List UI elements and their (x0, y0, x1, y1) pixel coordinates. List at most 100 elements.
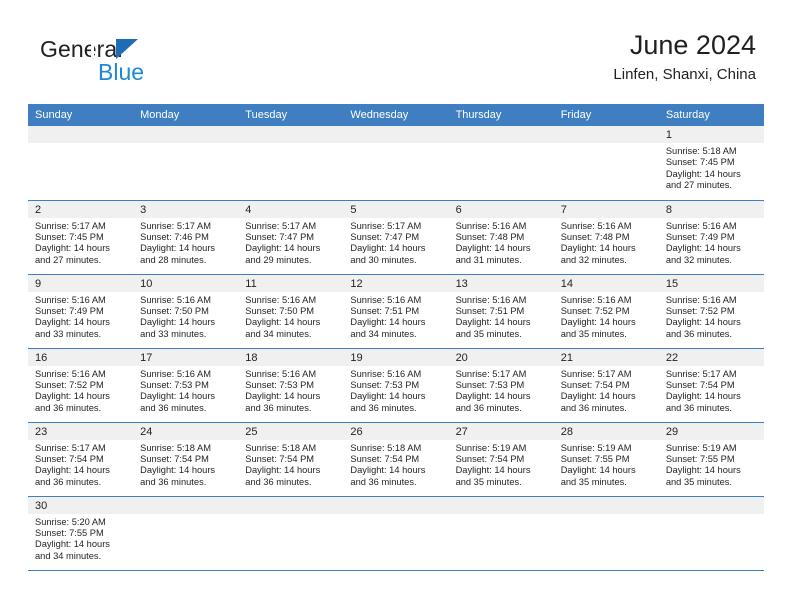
daylight-duration-line1: Daylight: 14 hours (665, 317, 741, 328)
sunrise-time: Sunrise: 5:16 AM (665, 220, 737, 231)
calendar-day-cell[interactable]: 24 Sunrise: 5:18 AM Sunset: 7:54 PM Dayligh… (133, 422, 239, 497)
sunrise-time: Sunrise: 5:18 AM (350, 442, 422, 453)
daylight-duration-line1: Daylight: 14 hours (560, 465, 636, 476)
daylight-duration-line1: Daylight: 14 hours (455, 317, 531, 328)
day-number (343, 496, 449, 514)
calendar-day-cell[interactable]: 7 Sunrise: 5:16 AM Sunset: 7:48 PM Daylight… (553, 200, 659, 275)
weekday-header-wednesday: Wednesday (343, 104, 449, 126)
calendar-day-cell[interactable]: 25 Sunrise: 5:18 AM Sunset: 7:54 PM Dayligh… (238, 422, 344, 497)
daylight-duration-line1: Daylight: 14 hours (140, 317, 216, 328)
day-details: Sunrise: 5:17 AM Sunset: 7:54 PM Daylight:… (554, 366, 659, 415)
sunrise-time: Sunrise: 5:16 AM (140, 294, 211, 305)
calendar-cell-empty (553, 496, 659, 571)
calendar-day-cell[interactable]: 6 Sunrise: 5:16 AM Sunset: 7:48 PM Daylight… (448, 200, 554, 275)
calendar-day-cell[interactable]: 19 Sunrise: 5:16 AM Sunset: 7:53 PM Dayligh… (343, 348, 449, 423)
daylight-duration-line1: Daylight: 14 hours (560, 243, 636, 254)
daylight-duration-line1: Daylight: 14 hours (560, 317, 636, 328)
weekday-header-tuesday: Tuesday (238, 104, 344, 126)
weekday-header-sunday: Sunday (28, 104, 134, 126)
calendar-day-cell[interactable]: 9 Sunrise: 5:16 AM Sunset: 7:49 PM Daylight… (28, 274, 134, 349)
sunset-time: Sunset: 7:47 PM (350, 231, 420, 242)
calendar-day-cell[interactable]: 18 Sunrise: 5:16 AM Sunset: 7:53 PM Dayligh… (238, 348, 344, 423)
day-number: 18 (238, 348, 344, 366)
daylight-duration-line2: and 28 minutes. (140, 254, 207, 265)
daylight-duration-line2: and 36 minutes. (245, 402, 312, 413)
calendar-day-cell[interactable]: 16 Sunrise: 5:16 AM Sunset: 7:52 PM Dayligh… (28, 348, 134, 423)
daylight-duration-line1: Daylight: 14 hours (140, 465, 216, 476)
day-details: Sunrise: 5:16 AM Sunset: 7:50 PM Daylight:… (238, 292, 343, 341)
sunrise-time: Sunrise: 5:18 AM (245, 442, 317, 453)
day-details: Sunrise: 5:16 AM Sunset: 7:53 PM Daylight:… (238, 366, 343, 415)
calendar-cell-empty (133, 496, 239, 571)
general-blue-logo[interactable]: General Blue (40, 36, 220, 88)
calendar-day-cell[interactable]: 17 Sunrise: 5:16 AM Sunset: 7:53 PM Dayligh… (133, 348, 239, 423)
day-number: 16 (28, 348, 134, 366)
sunset-time: Sunset: 7:51 PM (350, 305, 420, 316)
daylight-duration-line1: Daylight: 14 hours (245, 317, 321, 328)
sunset-time: Sunset: 7:47 PM (245, 231, 315, 242)
calendar-day-cell[interactable]: 5 Sunrise: 5:17 AM Sunset: 7:47 PM Daylight… (343, 200, 449, 275)
weekday-header-thursday: Thursday (448, 104, 554, 126)
day-details: Sunrise: 5:18 AM Sunset: 7:54 PM Daylight:… (133, 440, 238, 489)
daylight-duration-line2: and 27 minutes. (665, 180, 732, 191)
sunrise-time: Sunrise: 5:16 AM (35, 294, 106, 305)
sunset-time: Sunset: 7:52 PM (560, 305, 630, 316)
calendar-cell-empty (133, 126, 239, 201)
daylight-duration-line2: and 35 minutes. (455, 476, 522, 487)
sunrise-time: Sunrise: 5:16 AM (35, 368, 106, 379)
calendar-day-cell[interactable]: 11 Sunrise: 5:16 AM Sunset: 7:50 PM Dayligh… (238, 274, 344, 349)
sunrise-time: Sunrise: 5:16 AM (560, 220, 632, 231)
day-details: Sunrise: 5:17 AM Sunset: 7:47 PM Daylight:… (343, 218, 448, 267)
calendar-day-cell[interactable]: 15 Sunrise: 5:16 AM Sunset: 7:52 PM Dayligh… (658, 274, 764, 349)
calendar-cell-empty (343, 126, 449, 201)
daylight-duration-line2: and 36 minutes. (560, 402, 627, 413)
calendar-day-cell[interactable]: 10 Sunrise: 5:16 AM Sunset: 7:50 PM Dayligh… (133, 274, 239, 349)
day-number: 10 (133, 274, 239, 292)
calendar-day-cell[interactable]: 26 Sunrise: 5:18 AM Sunset: 7:54 PM Dayligh… (343, 422, 449, 497)
sunset-time: Sunset: 7:55 PM (665, 453, 735, 464)
daylight-duration-line1: Daylight: 14 hours (665, 391, 741, 402)
calendar-day-cell[interactable]: 14 Sunrise: 5:16 AM Sunset: 7:52 PM Dayligh… (553, 274, 659, 349)
calendar-week-row: 9 Sunrise: 5:16 AM Sunset: 7:49 PM Daylight… (28, 274, 764, 349)
day-details: Sunrise: 5:16 AM Sunset: 7:51 PM Daylight:… (449, 292, 554, 341)
daylight-duration-line2: and 31 minutes. (455, 254, 522, 265)
daylight-duration-line1: Daylight: 14 hours (455, 391, 531, 402)
day-number (133, 496, 239, 514)
calendar-cell-empty (238, 496, 344, 571)
calendar-day-cell[interactable]: 8 Sunrise: 5:16 AM Sunset: 7:49 PM Daylight… (658, 200, 764, 275)
daylight-duration-line1: Daylight: 14 hours (35, 391, 110, 402)
sunrise-time: Sunrise: 5:17 AM (35, 220, 106, 231)
calendar-day-cell[interactable]: 4 Sunrise: 5:17 AM Sunset: 7:47 PM Daylight… (238, 200, 344, 275)
sunset-time: Sunset: 7:49 PM (665, 231, 735, 242)
calendar-day-cell[interactable]: 21 Sunrise: 5:17 AM Sunset: 7:54 PM Dayligh… (553, 348, 659, 423)
calendar-day-cell[interactable]: 30 Sunrise: 5:20 AM Sunset: 7:55 PM Dayligh… (28, 496, 134, 571)
calendar-day-cell[interactable]: 20 Sunrise: 5:17 AM Sunset: 7:53 PM Dayligh… (448, 348, 554, 423)
day-number: 4 (238, 200, 344, 218)
calendar-day-cell[interactable]: 23 Sunrise: 5:17 AM Sunset: 7:54 PM Dayligh… (28, 422, 134, 497)
day-number (343, 126, 449, 143)
sunrise-time: Sunrise: 5:17 AM (560, 368, 632, 379)
calendar-day-cell[interactable]: 27 Sunrise: 5:19 AM Sunset: 7:54 PM Dayligh… (448, 422, 554, 497)
day-number: 3 (133, 200, 239, 218)
day-number (238, 126, 344, 143)
calendar-day-cell[interactable]: 3 Sunrise: 5:17 AM Sunset: 7:46 PM Daylight… (133, 200, 239, 275)
calendar-day-cell[interactable]: 13 Sunrise: 5:16 AM Sunset: 7:51 PM Dayligh… (448, 274, 554, 349)
calendar-week-row: 30 Sunrise: 5:20 AM Sunset: 7:55 PM Dayligh… (28, 496, 764, 571)
sunset-time: Sunset: 7:52 PM (665, 305, 735, 316)
calendar-day-cell[interactable]: 1 Sunrise: 5:18 AM Sunset: 7:45 PM Daylight… (658, 126, 764, 201)
calendar-day-cell[interactable]: 28 Sunrise: 5:19 AM Sunset: 7:55 PM Dayligh… (553, 422, 659, 497)
calendar-week-row: 1 Sunrise: 5:18 AM Sunset: 7:45 PM Daylight… (28, 126, 764, 201)
daylight-duration-line2: and 36 minutes. (665, 402, 732, 413)
day-number: 7 (553, 200, 659, 218)
day-number: 5 (343, 200, 449, 218)
calendar-day-cell[interactable]: 22 Sunrise: 5:17 AM Sunset: 7:54 PM Dayligh… (658, 348, 764, 423)
calendar-day-cell[interactable]: 12 Sunrise: 5:16 AM Sunset: 7:51 PM Dayligh… (343, 274, 449, 349)
calendar-day-cell[interactable]: 2 Sunrise: 5:17 AM Sunset: 7:45 PM Daylight… (28, 200, 134, 275)
day-details: Sunrise: 5:16 AM Sunset: 7:53 PM Daylight:… (343, 366, 448, 415)
day-number: 9 (28, 274, 134, 292)
sunset-time: Sunset: 7:46 PM (140, 231, 209, 242)
sunrise-time: Sunrise: 5:17 AM (665, 368, 737, 379)
sunset-time: Sunset: 7:54 PM (245, 453, 315, 464)
day-details: Sunrise: 5:17 AM Sunset: 7:53 PM Daylight:… (449, 366, 554, 415)
calendar-day-cell[interactable]: 29 Sunrise: 5:19 AM Sunset: 7:55 PM Dayligh… (658, 422, 764, 497)
